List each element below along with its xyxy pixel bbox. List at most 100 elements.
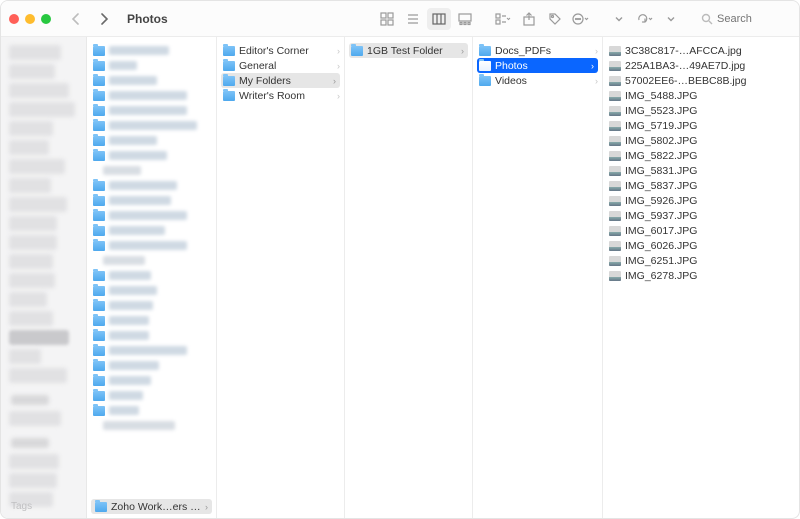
file-row[interactable]: IMG_5822.JPG xyxy=(603,148,799,163)
sidebar-item[interactable] xyxy=(9,349,41,364)
folder-label: Videos xyxy=(495,75,527,87)
image-thumb-icon xyxy=(609,226,621,236)
chevron-right-icon: › xyxy=(591,61,594,71)
folder-row[interactable]: Videos› xyxy=(473,73,602,88)
file-row[interactable]: IMG_6017.JPG xyxy=(603,223,799,238)
image-thumb-icon xyxy=(609,181,621,191)
path-chip[interactable]: Zoho Work…ers United) › xyxy=(91,499,212,514)
fullscreen-button[interactable] xyxy=(41,14,51,24)
folder-row[interactable]: Docs_PDFs› xyxy=(473,43,602,58)
window-body: Tags xyxy=(1,37,799,518)
share-button[interactable] xyxy=(517,8,541,30)
sidebar-item[interactable] xyxy=(9,216,57,231)
folder-label: General xyxy=(239,60,276,72)
file-row[interactable]: IMG_5488.JPG xyxy=(603,88,799,103)
column-view-button[interactable] xyxy=(427,8,451,30)
sidebar-item[interactable] xyxy=(9,197,67,212)
image-thumb-icon xyxy=(609,241,621,251)
folder-icon xyxy=(351,46,363,56)
file-row[interactable]: IMG_5926.JPG xyxy=(603,193,799,208)
sidebar-item[interactable] xyxy=(9,273,55,288)
column-3: Docs_PDFs› Photos › Videos› xyxy=(473,37,603,518)
folder-row[interactable]: My Folders› xyxy=(221,73,340,88)
close-button[interactable] xyxy=(9,14,19,24)
sidebar-item[interactable] xyxy=(9,292,47,307)
file-row[interactable]: IMG_5837.JPG xyxy=(603,178,799,193)
file-label: IMG_5822.JPG xyxy=(625,150,697,162)
search-field[interactable] xyxy=(701,13,791,25)
sync-menu-button[interactable] xyxy=(633,8,657,30)
file-row[interactable]: IMG_5523.JPG xyxy=(603,103,799,118)
sidebar-item[interactable] xyxy=(9,454,59,469)
icon-view-button[interactable] xyxy=(375,8,399,30)
folder-icon xyxy=(223,61,235,71)
sidebar-item[interactable] xyxy=(9,473,57,488)
folder-row[interactable]: General › xyxy=(217,58,344,73)
sidebar-item[interactable] xyxy=(9,121,53,136)
sidebar-item[interactable] xyxy=(9,368,67,383)
folder-icon xyxy=(479,46,491,56)
dropdown-2[interactable] xyxy=(659,8,683,30)
file-row[interactable]: 3C38C817-…AFCCA.jpg xyxy=(603,43,799,58)
file-row[interactable]: IMG_6278.JPG xyxy=(603,268,799,283)
tags-button[interactable] xyxy=(543,8,567,30)
column-view: Zoho Work…ers United) › Editor's Corner›… xyxy=(87,37,799,518)
action-menu-button[interactable] xyxy=(569,8,593,30)
folder-icon xyxy=(223,91,235,101)
gallery-view-button[interactable] xyxy=(453,8,477,30)
sidebar-item[interactable] xyxy=(9,178,51,193)
sidebar-item[interactable] xyxy=(9,254,53,269)
folder-row[interactable]: Editor's Corner› xyxy=(217,43,344,58)
sidebar-item[interactable] xyxy=(9,411,61,426)
chevron-right-icon: › xyxy=(337,91,340,101)
sidebar-item-selected[interactable] xyxy=(9,330,69,345)
minimize-button[interactable] xyxy=(25,14,35,24)
forward-button[interactable] xyxy=(93,8,115,30)
sidebar-item[interactable] xyxy=(9,64,55,79)
sidebar-item[interactable] xyxy=(9,235,57,250)
folder-icon xyxy=(95,502,107,512)
file-row[interactable]: IMG_6251.JPG xyxy=(603,253,799,268)
image-thumb-icon xyxy=(609,121,621,131)
chevron-right-icon: › xyxy=(337,61,340,71)
image-thumb-icon xyxy=(609,61,621,71)
folder-row[interactable]: Writer's Room› xyxy=(217,88,344,103)
file-row[interactable]: 57002EE6-…BEBC8B.jpg xyxy=(603,73,799,88)
sidebar-item[interactable] xyxy=(9,311,53,326)
file-label: IMG_6278.JPG xyxy=(625,270,697,282)
image-thumb-icon xyxy=(609,271,621,281)
sidebar-item[interactable] xyxy=(9,140,49,155)
group-menu-button[interactable] xyxy=(491,8,515,30)
sidebar-item[interactable] xyxy=(9,83,69,98)
search-input[interactable] xyxy=(717,13,777,25)
dropdown-1[interactable] xyxy=(607,8,631,30)
sidebar-tags-label: Tags xyxy=(11,501,32,512)
file-row[interactable]: IMG_5802.JPG xyxy=(603,133,799,148)
chevron-right-icon: › xyxy=(337,46,340,56)
file-row[interactable]: IMG_5831.JPG xyxy=(603,163,799,178)
sidebar-item[interactable] xyxy=(9,45,61,60)
sidebar-section-header xyxy=(11,438,49,448)
file-label: IMG_5488.JPG xyxy=(625,90,697,102)
folder-row[interactable]: 1GB Test Folder› xyxy=(349,43,468,58)
back-button[interactable] xyxy=(65,8,87,30)
sidebar-item[interactable] xyxy=(9,102,75,117)
folder-label: Photos xyxy=(495,60,528,72)
folder-label: Docs_PDFs xyxy=(495,45,551,57)
finder-window: Photos xyxy=(0,0,800,519)
file-label: IMG_5926.JPG xyxy=(625,195,697,207)
list-view-button[interactable] xyxy=(401,8,425,30)
folder-row[interactable]: Photos › xyxy=(477,58,598,73)
file-row[interactable]: 225A1BA3-…49AE7D.jpg xyxy=(603,58,799,73)
sidebar-section-header xyxy=(11,395,49,405)
image-thumb-icon xyxy=(609,106,621,116)
image-thumb-icon xyxy=(609,76,621,86)
file-label: IMG_5831.JPG xyxy=(625,165,697,177)
image-thumb-icon xyxy=(609,166,621,176)
sidebar-item[interactable] xyxy=(9,159,65,174)
image-thumb-icon xyxy=(609,46,621,56)
file-row[interactable]: IMG_5937.JPG xyxy=(603,208,799,223)
file-row[interactable]: IMG_6026.JPG xyxy=(603,238,799,253)
file-row[interactable]: IMG_5719.JPG xyxy=(603,118,799,133)
folder-icon xyxy=(223,46,235,56)
